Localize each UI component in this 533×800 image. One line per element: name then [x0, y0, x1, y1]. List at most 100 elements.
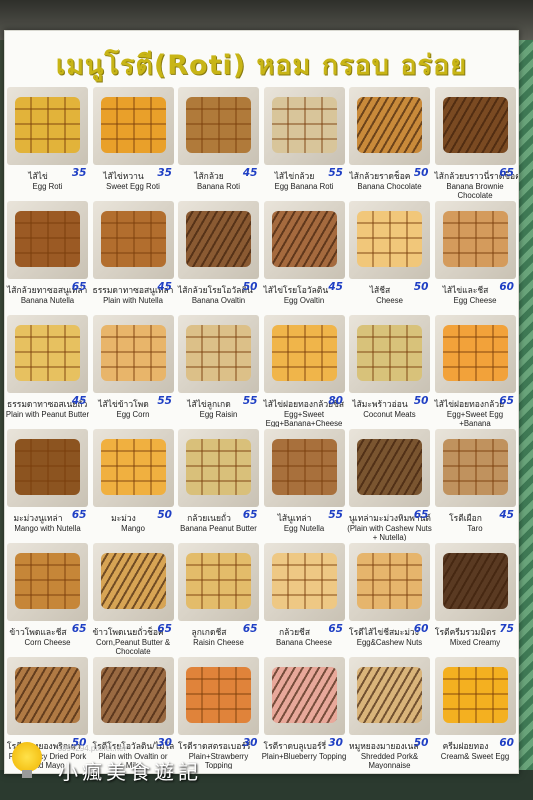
dish-photo [178, 657, 259, 735]
menu-item: ไส้ไข่ข้าวโพด 55 Egg Corn [91, 313, 177, 427]
dish-thai-name: ไส้กล้วยทาซอสนูเทล่า [7, 285, 88, 295]
dish-price: 50 [413, 737, 429, 749]
dish-photo [349, 429, 430, 507]
menu-item: มะม่วงนูเทล่า 65 Mango with Nutella [5, 427, 91, 541]
dish-photo [434, 87, 516, 165]
dish-price: 30 [242, 737, 258, 749]
dish-english-name: Corn,Peanut Butter & Chocolate [95, 638, 171, 655]
menu-title: เมนูโรตี(Roti) หอม กรอบ อร่อย [55, 50, 468, 81]
dish-price: 55 [328, 167, 343, 179]
dish-photo [434, 657, 516, 735]
roti-image [186, 97, 251, 153]
dish-photo [178, 201, 259, 279]
dish-photo [92, 543, 174, 621]
dish-photo [92, 87, 174, 165]
dish-photo [434, 201, 516, 279]
dish-price: 65 [71, 281, 87, 293]
dish-photo [349, 201, 430, 279]
dish-photo [7, 315, 88, 393]
roti-image [15, 325, 80, 381]
roti-image [186, 439, 251, 495]
dish-thai-name: โรตีครีมรวมมิตร [434, 627, 497, 637]
dish-price: 80 [328, 395, 343, 407]
menu-item: ไส้ไข่ลูกเกด 55 Egg Raisin [176, 313, 262, 427]
roti-image [100, 553, 166, 609]
dish-price: 65 [242, 623, 258, 635]
dish-english-name: Banana Peanut Butter [180, 524, 257, 533]
dish-english-name: Egg Corn [116, 410, 150, 419]
dish-thai-name: ธรรมดาทาซอสเนยถั่ว [7, 399, 88, 409]
roti-image [357, 325, 422, 381]
dish-thai-name: ครีมฝอยทอง [442, 741, 489, 751]
dish-thai-name: กล้วยเนยถั่ว [187, 513, 231, 523]
dish-english-name: Egg+Sweet Egg+Banana+Cheese [265, 410, 343, 427]
menu-item: นูเทล่ามะม่วงหิมพานต์ 65 (Plain with Cashe… [347, 427, 433, 541]
menu-item: กล้วยเนยถั่ว 65 Banana Peanut Butter [176, 427, 262, 541]
dish-thai-name: ไส้ไข่ [28, 171, 48, 181]
dish-thai-name: ไส้ไข่ฝอยทองกล้วยชีส [263, 399, 345, 409]
dish-photo [7, 201, 88, 279]
roti-image [186, 211, 251, 267]
dish-price: 65 [242, 509, 258, 521]
dish-photo [349, 657, 430, 735]
roti-image [100, 667, 166, 723]
dish-english-name: Sweet Egg Roti [106, 182, 160, 191]
menu-item: ธรรมดาทาซอสนูเทล่า 45 Plain with Nutella [91, 199, 177, 313]
roti-image [100, 439, 166, 495]
menu-item: กล้วยชีส 65 Banana Cheese [262, 541, 348, 655]
roti-image [271, 211, 337, 267]
dish-price: 35 [71, 167, 87, 179]
dish-price: 50 [413, 167, 429, 179]
dish-english-name: Egg Raisin [199, 410, 238, 419]
menu-item: ไส้ไข่หวาน 35 Sweet Egg Roti [91, 85, 177, 199]
menu-item: ไส้มะพร้าวอ่อน 50 Coconut Meats [347, 313, 433, 427]
dish-thai-name: โรตีราดสตรอเบอร์รี่ [178, 741, 251, 751]
dish-thai-name: โรตีเผือก [449, 513, 482, 523]
dish-price: 45 [242, 167, 258, 179]
dish-price: 65 [157, 623, 172, 635]
dish-photo [92, 429, 174, 507]
roti-image [357, 553, 422, 609]
dish-thai-name: ไส้กล้วย [194, 171, 224, 181]
menu-item: โรตีราดสตรอเบอร์รี่ 30 Plain+Strawberry To… [176, 655, 262, 769]
dish-price: 65 [499, 167, 514, 179]
dish-thai-name: ไส้ไข่ข้าวโพด [98, 399, 149, 409]
dish-english-name: Plain with Nutella [103, 296, 163, 305]
menu-item: ไส้กล้วยราดช็อค 50 Banana Chocolate [347, 85, 433, 199]
dish-price: 55 [242, 395, 258, 407]
roti-image [357, 211, 422, 267]
menu-item: ไส้ไข่ 35 Egg Roti [5, 85, 91, 199]
dish-photo [434, 543, 516, 621]
dish-photo [7, 543, 88, 621]
dish-english-name: Egg&Cashew Nuts [356, 638, 423, 647]
dish-price: 45 [157, 281, 172, 293]
dish-english-name: Banana Roti [197, 182, 240, 191]
dish-price: 45 [499, 509, 514, 521]
roti-image [442, 553, 508, 609]
dish-photo [263, 429, 345, 507]
menu-item: โรตีเผือก 45 Taro [433, 427, 519, 541]
dish-photo [92, 657, 174, 735]
menu-item: ไส้นูเทล่า 55 Egg Nutella [262, 427, 348, 541]
menu-item: ครีมฝอยทอง 60 Cream& Sweet Egg [433, 655, 519, 769]
menu-item: ไส้ชีส 50 Cheese [347, 199, 433, 313]
roti-image [442, 211, 508, 267]
dish-english-name: Banana Brownie Chocolate [446, 182, 504, 199]
dish-thai-name: มะม่วงนูเทล่า [13, 513, 63, 523]
dish-english-name: Shredded Pork& Mayonnaise [360, 752, 419, 769]
dish-english-name: (Plain with Cashew Nuts + Nutella) [347, 524, 432, 541]
menu-grid: ไส้ไข่ 35 Egg Roti ไส้ไข่หวาน 35 Sweet Egg Ro… [5, 85, 518, 769]
dish-price: 45 [328, 281, 343, 293]
dish-thai-name: ไส้ไข่ฝอยทองกล้วย [434, 399, 505, 409]
dish-price: 65 [328, 623, 343, 635]
menu-item: ข้าวโพดและชีส 65 Corn Cheese [5, 541, 91, 655]
dish-thai-name: หมูหยองมายองเนส [349, 741, 419, 751]
dish-photo [349, 87, 430, 165]
roti-image [186, 325, 251, 381]
roti-image [442, 439, 508, 495]
dish-photo [92, 201, 174, 279]
roti-image [442, 325, 508, 381]
dish-price: 30 [157, 737, 172, 749]
dish-thai-name: ไส้กล้วยราดช็อค [349, 171, 411, 181]
dish-english-name: Plain+Blueberry Topping [261, 752, 347, 761]
